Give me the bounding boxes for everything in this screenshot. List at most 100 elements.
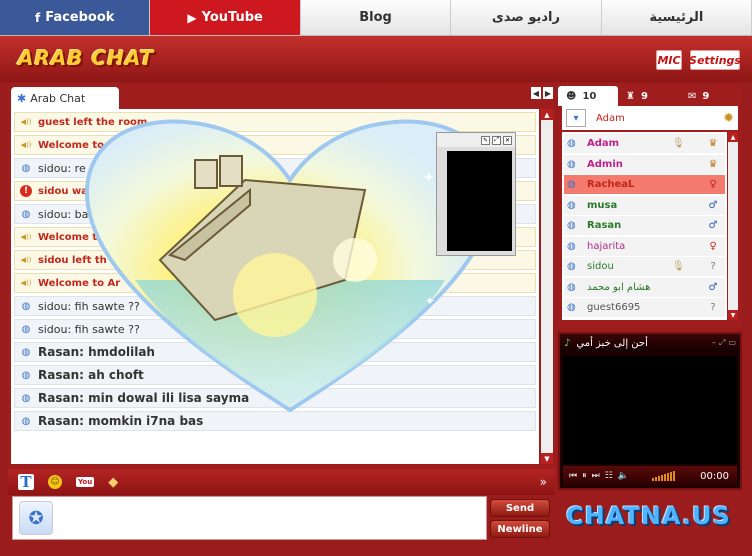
avatar[interactable]: ✪ [19, 501, 53, 535]
speech-bubble-icon: ◍ [21, 300, 31, 312]
male-role-icon: ♂ [708, 281, 718, 293]
youtube-share-icon[interactable]: You [76, 477, 95, 487]
tab-rooms[interactable]: ♜ 9 [618, 86, 680, 106]
user-status-icon: ◍ [567, 220, 576, 231]
text-format-icon[interactable]: T [18, 473, 34, 491]
female-role-icon: ♀ [709, 179, 717, 190]
scroll-down-icon[interactable]: ▼ [728, 310, 738, 320]
nav-radio[interactable]: راديو صدى [451, 0, 602, 35]
popup-edit-icon[interactable]: ✎ [481, 135, 490, 145]
tab-private[interactable]: ✉ 9 [680, 86, 740, 106]
user-tabs: ☻ 10 ♜ 9 ✉ 9 [558, 86, 742, 106]
admin-role-icon: ♛ [708, 138, 718, 149]
nav-blog[interactable]: Blog [300, 0, 452, 35]
youtube-icon: ▶ [187, 10, 197, 25]
speech-bubble-icon: ◍ [21, 346, 31, 358]
user-status-icon: ◍ [567, 240, 576, 252]
warning-icon: ! [19, 184, 33, 198]
restore-icon[interactable]: ▭ [728, 338, 736, 348]
rooms-icon: ♜ [626, 90, 635, 102]
header-bar: ARAB CHAT MIC Settings [0, 36, 752, 82]
tab-prev-icon[interactable]: ◀ [531, 87, 541, 99]
private-chat-icon: ✉ [688, 90, 697, 102]
scroll-down-icon[interactable]: ▼ [541, 453, 553, 464]
user-row[interactable]: ◍ guest6695? [564, 298, 725, 317]
mic-icon: 🎙 [672, 261, 685, 272]
nav-home[interactable]: الرئيسية [601, 0, 752, 35]
app-logo: ARAB CHAT [18, 46, 155, 70]
svg-text:✦: ✦ [425, 294, 435, 308]
user-row[interactable]: ◍ musa ♂ [564, 195, 725, 215]
speaker-icon: ◀)) [20, 141, 32, 149]
speech-bubble-icon: ◍ [21, 392, 31, 404]
unknown-role-icon: ? [710, 302, 716, 313]
user-row[interactable]: ◍ hajarita ♀ [564, 236, 725, 256]
settings-button[interactable]: Settings [689, 50, 741, 70]
mic-button[interactable]: MIC [656, 50, 682, 70]
chat-scrollbar[interactable]: ▲ ▼ [541, 109, 553, 464]
volume-icon[interactable]: 🔈 [618, 471, 629, 481]
expand-toolbar-icon[interactable]: » [540, 475, 547, 489]
playlist-icon[interactable]: ☷ [605, 471, 613, 481]
tab-nav-arrows: ◀ ▶ [531, 87, 553, 99]
message-input[interactable]: ✪ [12, 496, 487, 540]
svg-text:✦: ✦ [423, 170, 435, 186]
tab-arab-chat[interactable]: ✱ Arab Chat [11, 87, 119, 109]
user-name: هشام ابو محمد [587, 281, 651, 293]
user-name: RacheaL [587, 179, 635, 190]
nav-youtube[interactable]: ▶ YouTube [150, 0, 301, 35]
unknown-role-icon: ? [710, 261, 716, 272]
popup-close-icon[interactable]: ✕ [503, 135, 512, 145]
user-list: ◍ Adam 🎙 ♛ ◍ Admin ♛ ◍ RacheaL ♀ ◍ musa ♂ ◍ Rasan ♂ ◍ haj… [562, 132, 727, 320]
player-time: 00:00 [700, 470, 729, 482]
status-dropdown[interactable]: ▾ [566, 109, 586, 127]
user-status-icon: ◍ [567, 199, 576, 211]
popup-video-screen [447, 151, 512, 251]
popup-titlebar: ✎ ⤢ ✕ [437, 133, 515, 147]
user-row[interactable]: ◍ Admin ♛ [564, 154, 725, 174]
user-row[interactable]: ◍ Rasan ♂ [564, 216, 725, 235]
user-name: sidou [587, 261, 614, 272]
previous-icon[interactable]: ⏮ [569, 471, 577, 481]
send-button[interactable]: Send [490, 499, 550, 517]
next-icon[interactable]: ⏭ [592, 471, 600, 481]
tab-next-icon[interactable]: ▶ [543, 87, 553, 99]
speech-bubble-icon: ◍ [21, 369, 31, 381]
scroll-up-icon[interactable]: ▲ [728, 132, 738, 142]
user-name: Admin [587, 158, 623, 170]
nav-facebook[interactable]: f Facebook [0, 0, 151, 35]
smiley-icon[interactable]: ☺ [48, 475, 62, 489]
speech-bubble-icon: ◍ [21, 323, 31, 335]
user-status-icon: ◍ [567, 261, 576, 272]
newline-button[interactable]: Newline [490, 520, 550, 538]
video-popup[interactable]: ✎ ⤢ ✕ [436, 132, 516, 256]
gear-icon[interactable]: ✹ [723, 111, 734, 126]
user-list-scrollbar[interactable]: ▲ ▼ [728, 132, 738, 320]
user-row[interactable]: ◍ Adam 🎙 ♛ [564, 134, 725, 153]
radio-player: ♪ أحن إلى خبز أمي – ⤢ ▭ ⏮ ⏸ ⏭ ☷ 🔈 00:00 [558, 332, 742, 490]
gift-icon[interactable]: ◆ [108, 475, 118, 490]
user-row[interactable]: ◍ RacheaL ♀ [564, 175, 725, 194]
speaker-icon: ◀)) [20, 256, 32, 264]
mic-icon: 🎙 [672, 138, 685, 149]
tab-users[interactable]: ☻ 10 [558, 86, 618, 106]
user-panel: ☻ 10 ♜ 9 ✉ 9 ▾ Adam ✹ ◍ Adam 🎙 ♛ ◍ Admin ♛ ◍ Rachea… [558, 84, 742, 328]
user-name: Adam [587, 138, 620, 149]
music-note-icon: ♪ [564, 337, 571, 349]
user-row[interactable]: ◍ sidou 🎙? [564, 257, 725, 276]
minimize-icon[interactable]: – [712, 338, 716, 348]
volume-level[interactable] [652, 471, 676, 481]
player-screen [563, 356, 737, 464]
popup-expand-icon[interactable]: ⤢ [492, 135, 501, 145]
player-window-controls: – ⤢ ▭ [712, 338, 736, 348]
speech-bubble-icon: ◍ [21, 415, 31, 427]
fullscreen-icon[interactable]: ⤢ [719, 338, 725, 348]
user-row[interactable]: ◍ هشام ابو محمد ♂ [564, 277, 725, 297]
speaker-icon: ◀)) [20, 233, 32, 241]
user-name: musa [587, 199, 618, 211]
scroll-up-icon[interactable]: ▲ [541, 109, 553, 120]
player-controls: ⏮ ⏸ ⏭ ☷ 🔈 00:00 [563, 466, 737, 486]
pause-icon[interactable]: ⏸ [582, 471, 587, 481]
player-titlebar: ♪ أحن إلى خبز أمي – ⤢ ▭ [560, 334, 740, 352]
user-search: ▾ Adam ✹ [562, 106, 738, 130]
